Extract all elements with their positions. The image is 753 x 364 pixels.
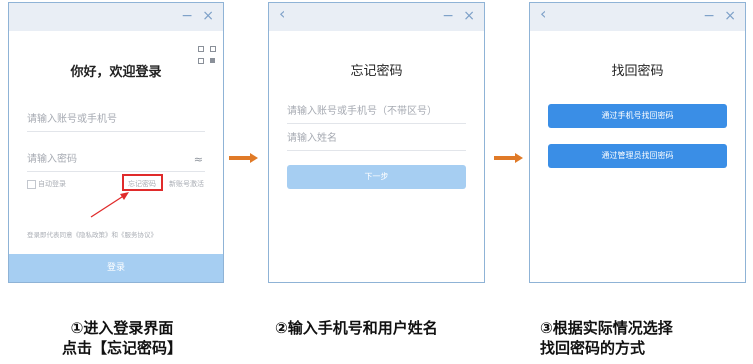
pointer-arrow-line: [90, 194, 126, 218]
eye-closed-icon[interactable]: ≈: [194, 153, 203, 166]
account-input[interactable]: 请输入账号或手机号: [27, 105, 205, 132]
minimize-button[interactable]: −: [442, 8, 454, 24]
pointer-arrow-head: [120, 192, 129, 200]
next-button[interactable]: 下一步: [287, 165, 466, 189]
step3-caption-line1: ③根据实际情况选择: [540, 319, 673, 337]
title-bar: − ×: [9, 3, 223, 31]
back-button[interactable]: ‹: [279, 6, 285, 22]
login-button[interactable]: 登录: [9, 254, 223, 282]
step1-caption-line2: 点击【忘记密码】: [61, 339, 182, 357]
recover-by-admin-button[interactable]: 通过管理员找回密码: [548, 144, 727, 168]
new-account-link[interactable]: 新账号激活: [169, 179, 204, 189]
title-bar: ‹ − ×: [530, 3, 745, 31]
minimize-button[interactable]: −: [181, 8, 193, 24]
pointer-arrow: [90, 192, 129, 218]
minimize-button[interactable]: −: [703, 8, 715, 24]
close-button[interactable]: ×: [463, 8, 475, 24]
name-placeholder: 请输入姓名: [287, 133, 337, 144]
title-bar: ‹ − ×: [269, 3, 484, 31]
password-input[interactable]: 请输入密码 ≈: [27, 145, 205, 172]
flow-arrow-2: [494, 153, 523, 163]
step1-caption-line1: ①进入登录界面: [70, 319, 174, 337]
name-input[interactable]: 请输入姓名: [287, 124, 466, 151]
auto-login-label: 自动登录: [38, 180, 66, 188]
phone-input[interactable]: 请输入账号或手机号（不带区号）: [287, 97, 466, 124]
forgot-password-window: ‹ − × 忘记密码 请输入账号或手机号（不带区号） 请输入姓名 下一步: [268, 2, 485, 283]
agreement-text: 登录即代表同意《隐私政策》和《服务协议》: [27, 231, 157, 239]
auto-login-checkbox[interactable]: [27, 180, 36, 189]
page-title: 找回密码: [611, 64, 664, 79]
flow-arrow-1: [229, 153, 258, 163]
login-window: − × 你好，欢迎登录 请输入账号或手机号 请输入密码 ≈ 自动登录 忘记密码 …: [8, 2, 224, 283]
step2-caption: ②输入手机号和用户姓名: [275, 319, 438, 337]
page-title: 忘记密码: [350, 64, 403, 79]
step1-caption: ①进入登录界面 点击【忘记密码】: [42, 318, 202, 358]
step3-caption-line2: 找回密码的方式: [540, 339, 646, 357]
back-button[interactable]: ‹: [540, 6, 546, 22]
recover-password-window: ‹ − × 找回密码 通过手机号找回密码 通过管理员找回密码: [529, 2, 746, 283]
password-placeholder: 请输入密码: [27, 154, 77, 165]
close-button[interactable]: ×: [724, 8, 736, 24]
account-placeholder: 请输入账号或手机号: [27, 114, 117, 125]
recover-by-phone-button[interactable]: 通过手机号找回密码: [548, 104, 727, 128]
step3-caption: ③根据实际情况选择 找回密码的方式: [540, 318, 673, 358]
welcome-heading: 你好，欢迎登录: [70, 65, 162, 80]
forgot-password-label: 忘记密码: [128, 180, 156, 188]
close-button[interactable]: ×: [202, 8, 214, 24]
phone-placeholder: 请输入账号或手机号（不带区号）: [287, 106, 437, 117]
